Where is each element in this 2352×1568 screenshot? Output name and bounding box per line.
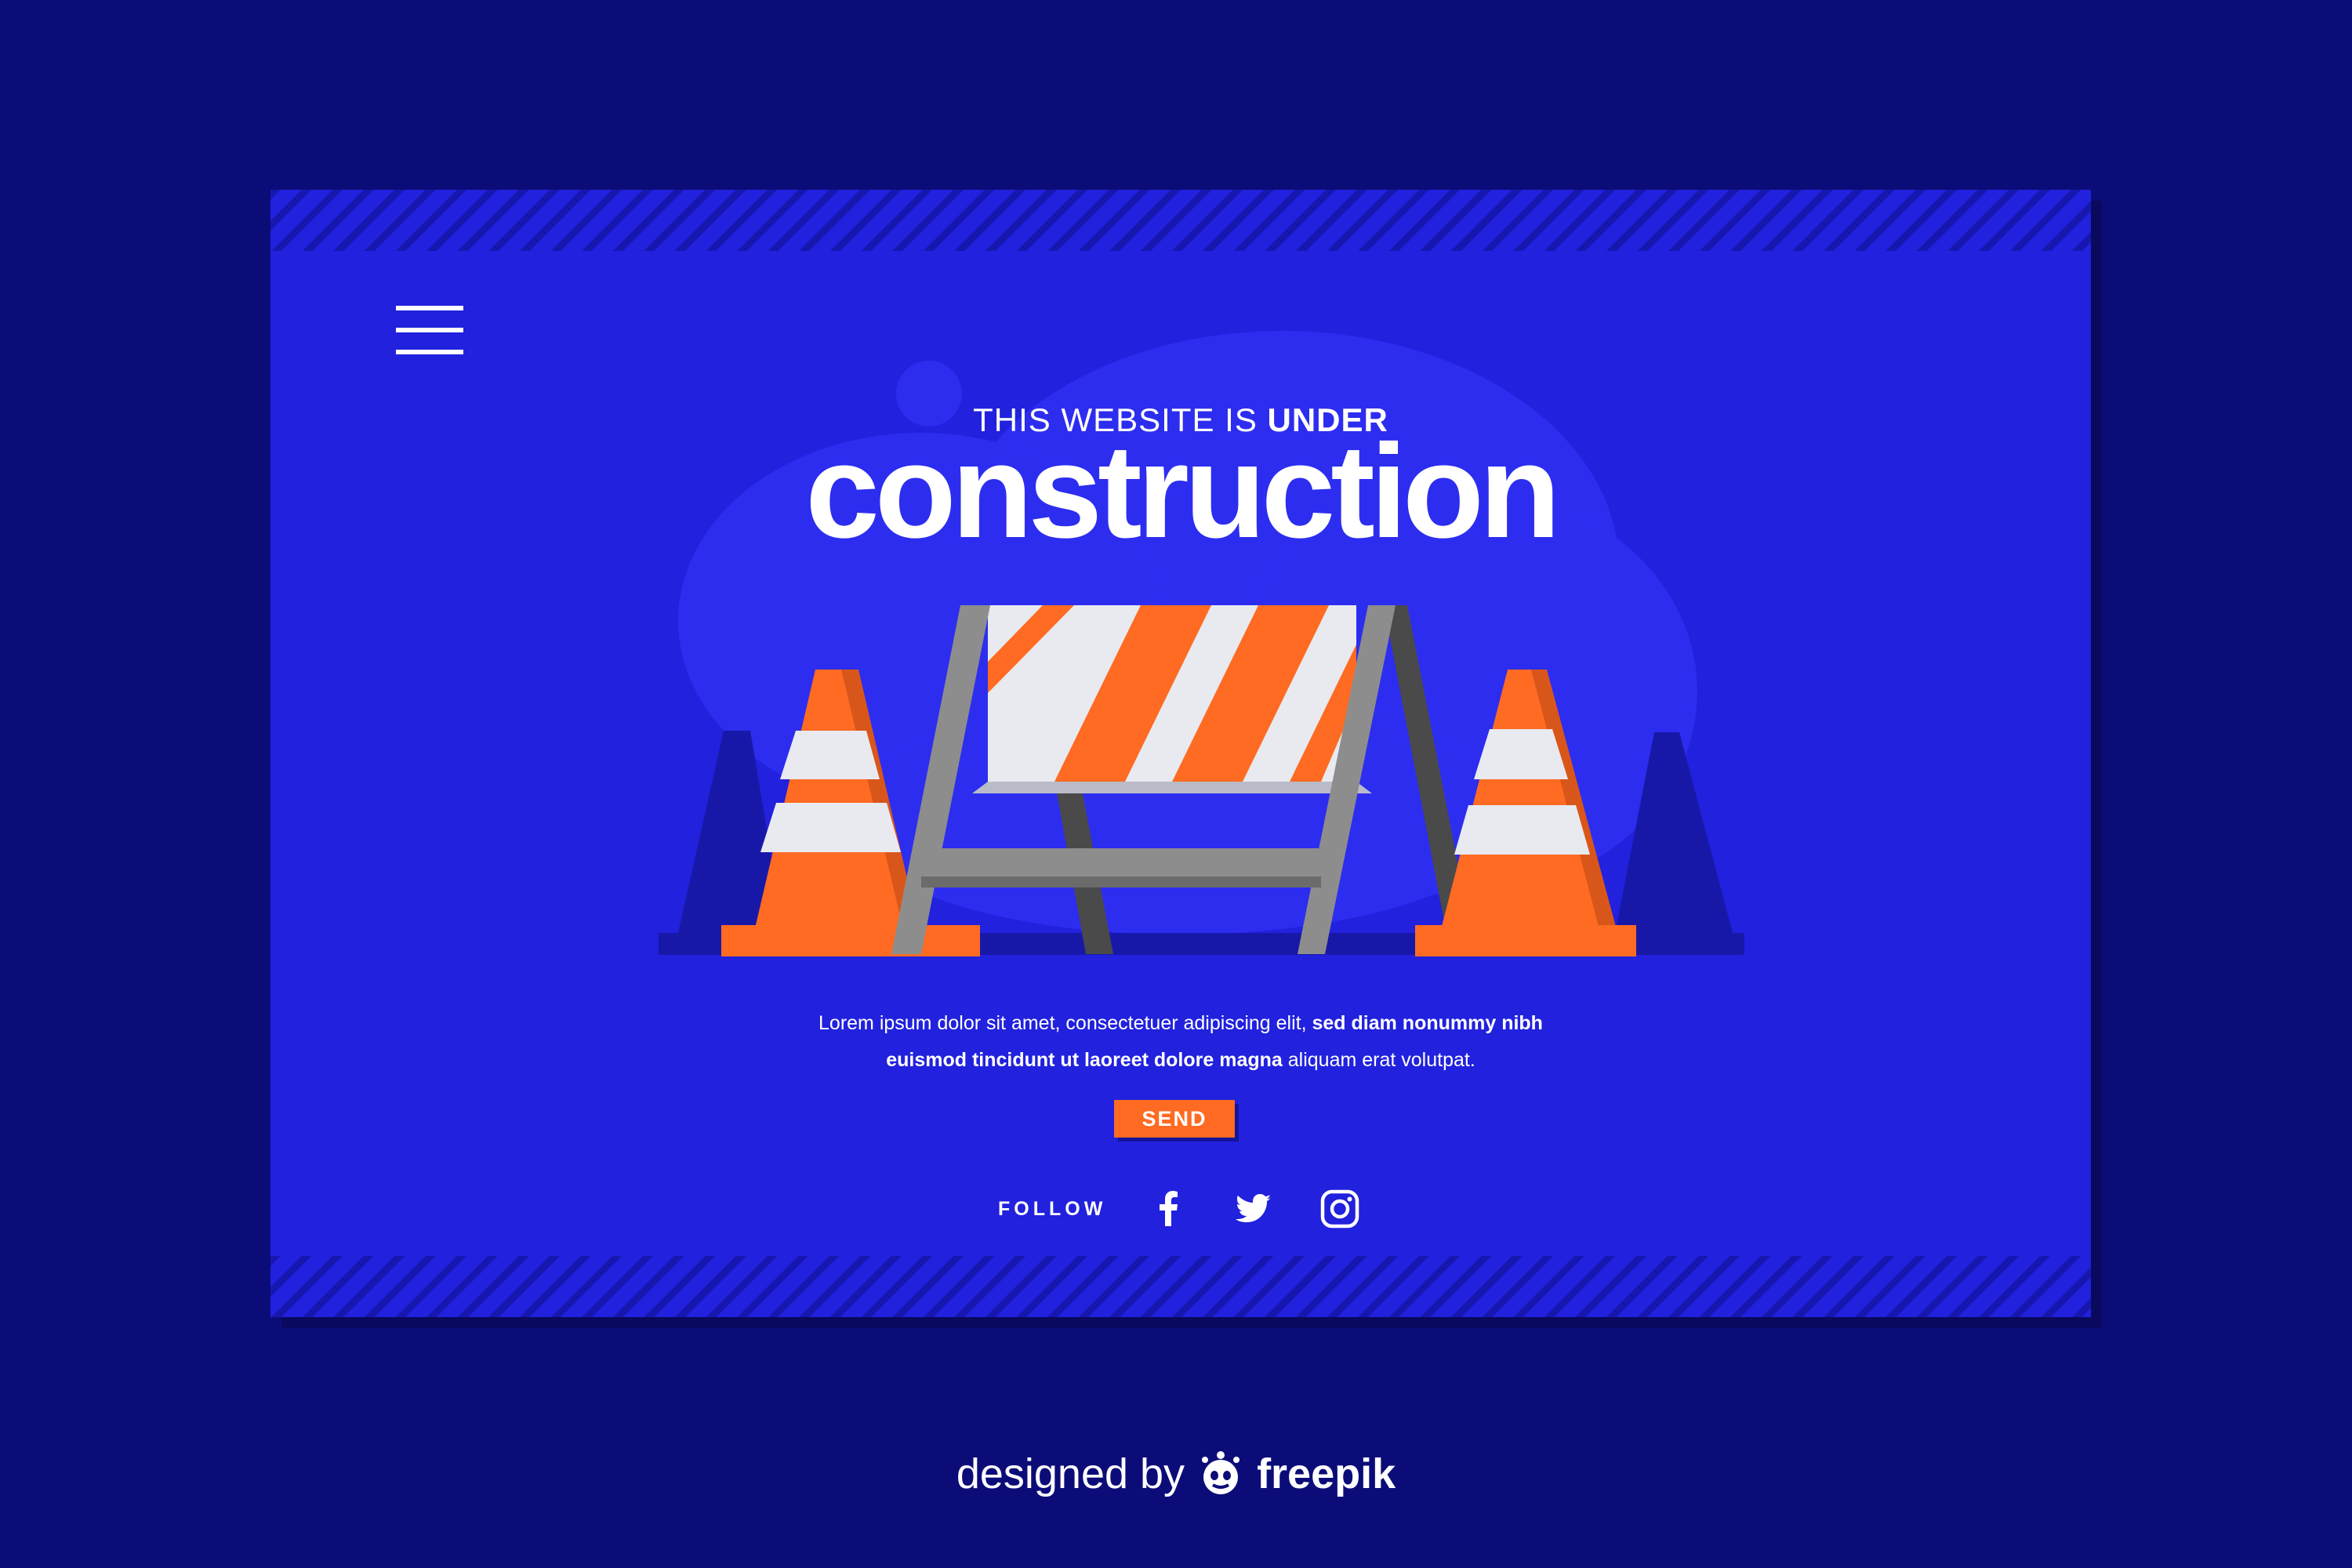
freepik-logo-icon <box>1202 1451 1240 1494</box>
send-button[interactable]: SEND <box>1114 1100 1235 1138</box>
twitter-icon[interactable] <box>1232 1187 1276 1231</box>
facebook-icon[interactable] <box>1147 1187 1191 1231</box>
traffic-cone-right <box>1415 670 1636 956</box>
construction-illustration <box>659 605 1744 956</box>
instagram-icon[interactable] <box>1318 1187 1362 1231</box>
description-text: Lorem ipsum dolor sit amet, consectetuer… <box>818 1012 1543 1071</box>
landing-card: THIS WEBSITE IS UNDER construction Lorem… <box>270 190 2091 1317</box>
freepik-brand: freepik <box>1257 1450 1396 1497</box>
follow-label: FOLLOW <box>998 1198 1107 1220</box>
designer-credit: designed by freepik <box>0 1449 2352 1499</box>
credit-prefix: designed by <box>956 1450 1185 1497</box>
barricade-panel <box>972 605 1372 793</box>
